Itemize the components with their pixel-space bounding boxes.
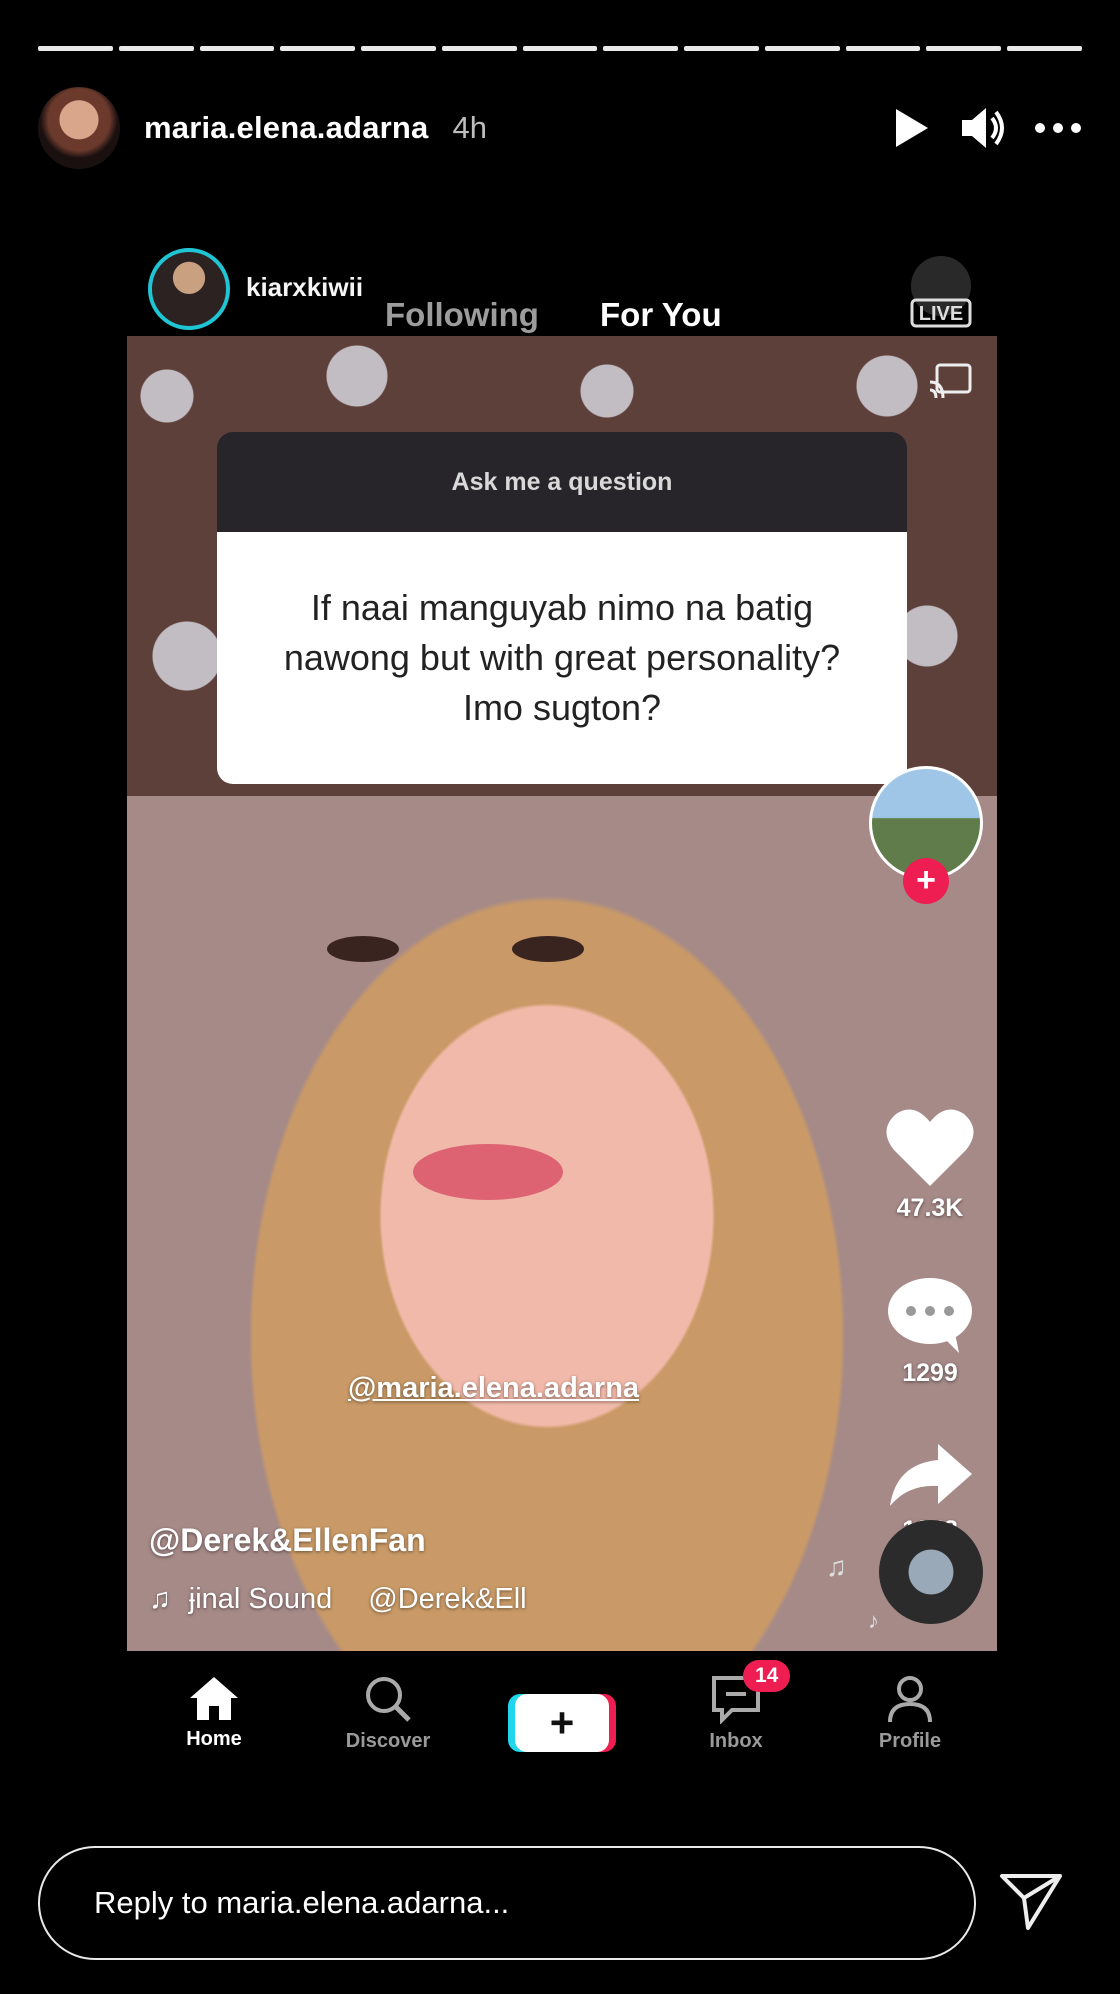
reply-input[interactable] (92, 1884, 916, 1922)
mention-tag[interactable]: @maria.elena.adarna (348, 1372, 639, 1405)
progress-segment (522, 46, 598, 51)
tiktok-top-bar: kiarxkiwii Following For You LIVE (140, 240, 1010, 340)
creator-handle[interactable]: @Derek&EllenFan (149, 1522, 426, 1559)
sound-title: ɉinal Sound (188, 1583, 333, 1615)
story-avatar[interactable] (38, 87, 120, 169)
tiktok-video[interactable]: Ask me a question If naai manguyab nimo … (127, 336, 997, 1651)
more-icon[interactable] (1034, 122, 1082, 134)
video-eye-left (327, 936, 399, 962)
question-sticker-header: Ask me a question (217, 432, 907, 532)
progress-segment (199, 46, 275, 51)
music-note-icon: ♫ (149, 1583, 171, 1615)
live-label: LIVE (919, 303, 963, 325)
story-timestamp: 4h (452, 110, 487, 145)
tiktok-account-username[interactable]: kiarxkiwii (246, 272, 363, 303)
progress-segment (361, 46, 436, 51)
send-icon[interactable] (998, 1868, 1064, 1932)
music-note-icon: ♫ (826, 1551, 847, 1582)
inbox-badge: 14 (743, 1660, 791, 1692)
play-icon[interactable] (892, 106, 932, 150)
home-icon (190, 1677, 238, 1720)
video-lips (413, 1144, 563, 1200)
progress-segment (926, 46, 1002, 51)
nav-home-label: Home (186, 1728, 242, 1750)
comment-count: 1299 (902, 1359, 958, 1387)
nav-home[interactable]: Home (127, 1660, 301, 1780)
nav-inbox[interactable]: 14 Inbox (649, 1660, 823, 1780)
music-disc-icon[interactable] (879, 1520, 983, 1624)
nav-inbox-label: Inbox (709, 1730, 763, 1752)
progress-segment (845, 46, 921, 51)
tiktok-bottom-nav: Home Discover + 14 Inbox Profile (127, 1660, 997, 1780)
cast-icon[interactable] (927, 362, 973, 402)
story-username[interactable]: maria.elena.adarna (144, 110, 428, 146)
reply-field[interactable] (38, 1846, 976, 1960)
question-sticker: Ask me a question If naai manguyab nimo … (217, 432, 907, 784)
sound-row[interactable]: ♫ ɉinal Sound @Derek&Ell (149, 1583, 527, 1616)
story-controls (892, 106, 1082, 150)
search-icon (366, 1677, 411, 1722)
sound-author: @Derek&Ell (368, 1583, 527, 1615)
live-icon[interactable]: LIVE (902, 248, 980, 338)
progress-segment (1007, 46, 1082, 51)
progress-segment (280, 46, 356, 51)
progress-segment (764, 46, 840, 51)
nav-profile-label: Profile (878, 1730, 942, 1752)
progress-segment (118, 46, 194, 51)
nav-create[interactable]: + (475, 1660, 649, 1780)
nav-profile[interactable]: Profile (823, 1660, 997, 1780)
share-icon[interactable] (886, 1440, 974, 1510)
nav-discover-label: Discover (345, 1730, 431, 1752)
progress-segment (38, 46, 113, 51)
video-eye-right (512, 936, 584, 962)
progress-segment (441, 46, 517, 51)
follow-plus-button[interactable]: + (903, 858, 949, 904)
story-progress-bar (38, 46, 1082, 51)
progress-segment (684, 46, 759, 51)
profile-icon (888, 1676, 932, 1723)
like-count: 47.3K (896, 1194, 964, 1222)
heart-icon[interactable] (884, 1106, 976, 1188)
create-button[interactable]: + (515, 1694, 609, 1752)
tiktok-account-avatar[interactable] (148, 248, 230, 330)
tab-for-you[interactable]: For You (600, 296, 722, 334)
volume-icon[interactable] (960, 106, 1006, 150)
nav-discover[interactable]: Discover (301, 1660, 475, 1780)
comment-icon[interactable] (885, 1275, 975, 1353)
progress-segment (603, 46, 679, 51)
question-sticker-text: If naai manguyab nimo na batig nawong bu… (217, 532, 907, 784)
music-note-icon: ♪ (868, 1608, 879, 1633)
story-header: maria.elena.adarna 4h (38, 86, 1082, 170)
tab-following[interactable]: Following (385, 296, 539, 334)
